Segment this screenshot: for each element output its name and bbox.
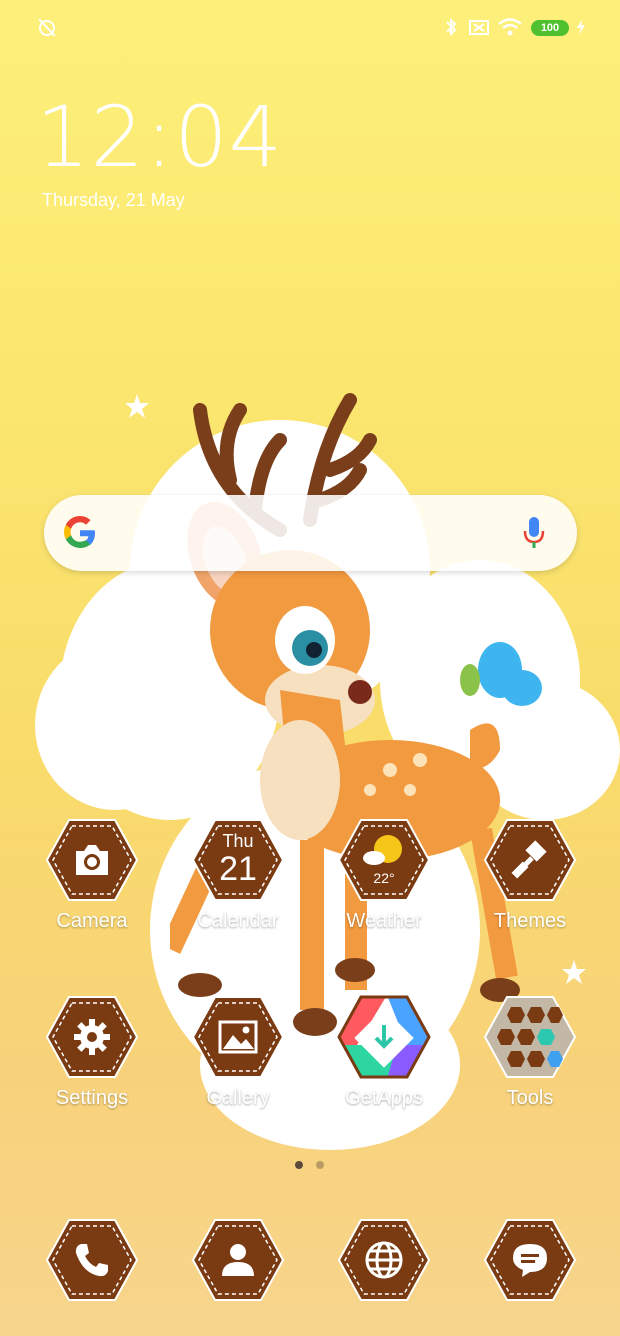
weather-icon: [363, 835, 402, 865]
gear-icon: [74, 1019, 110, 1055]
app-themes[interactable]: Themes: [470, 818, 590, 933]
app-label: Camera: [56, 910, 128, 932]
tools-folder-icon: [483, 996, 577, 1078]
image-icon: [218, 1020, 258, 1054]
google-search-bar[interactable]: [44, 495, 577, 571]
app-getapps[interactable]: GetApps: [324, 995, 444, 1110]
app-calendar[interactable]: Thu 21 Calendar: [178, 818, 298, 933]
star-icon: [125, 394, 149, 418]
deer-illustration: [170, 393, 542, 1036]
app-settings[interactable]: Settings: [32, 995, 152, 1110]
dock-browser[interactable]: [324, 1218, 444, 1302]
app-tools-folder[interactable]: Tools: [470, 995, 590, 1110]
camera-icon: [76, 845, 108, 875]
page-dot-active: [295, 1161, 303, 1169]
browser-globe-icon: [365, 1241, 403, 1279]
app-label: Settings: [55, 1087, 129, 1109]
app-weather[interactable]: 22° Weather: [324, 818, 444, 933]
app-label: Themes: [493, 910, 567, 932]
star-icon: [562, 960, 586, 984]
brush-icon: [511, 840, 547, 879]
mic-icon[interactable]: [522, 515, 546, 551]
messages-icon: [513, 1244, 547, 1277]
calendar-icon: Thu 21: [191, 818, 285, 902]
app-label: Gallery: [206, 1087, 270, 1109]
app-label: Weather: [346, 910, 422, 932]
page-indicator: [295, 1161, 335, 1171]
getapps-icon: [337, 995, 431, 1079]
page-dot[interactable]: [316, 1161, 324, 1169]
app-label: GetApps: [345, 1087, 423, 1109]
dock-messages[interactable]: [470, 1218, 590, 1302]
calendar-date: 21: [219, 850, 257, 888]
wallpaper: [0, 0, 620, 1336]
app-label: Tools: [506, 1087, 554, 1109]
app-label: Calendar: [197, 910, 279, 932]
weather-temp: 22°: [373, 870, 395, 886]
phone-icon: [75, 1244, 108, 1277]
google-logo-icon: [64, 516, 95, 548]
dock-contacts[interactable]: [178, 1218, 298, 1302]
calendar-day: Thu: [222, 831, 254, 851]
dock-phone[interactable]: [32, 1218, 152, 1302]
app-camera[interactable]: Camera: [32, 818, 152, 933]
app-gallery[interactable]: Gallery: [178, 995, 298, 1110]
contacts-icon: [222, 1244, 254, 1276]
